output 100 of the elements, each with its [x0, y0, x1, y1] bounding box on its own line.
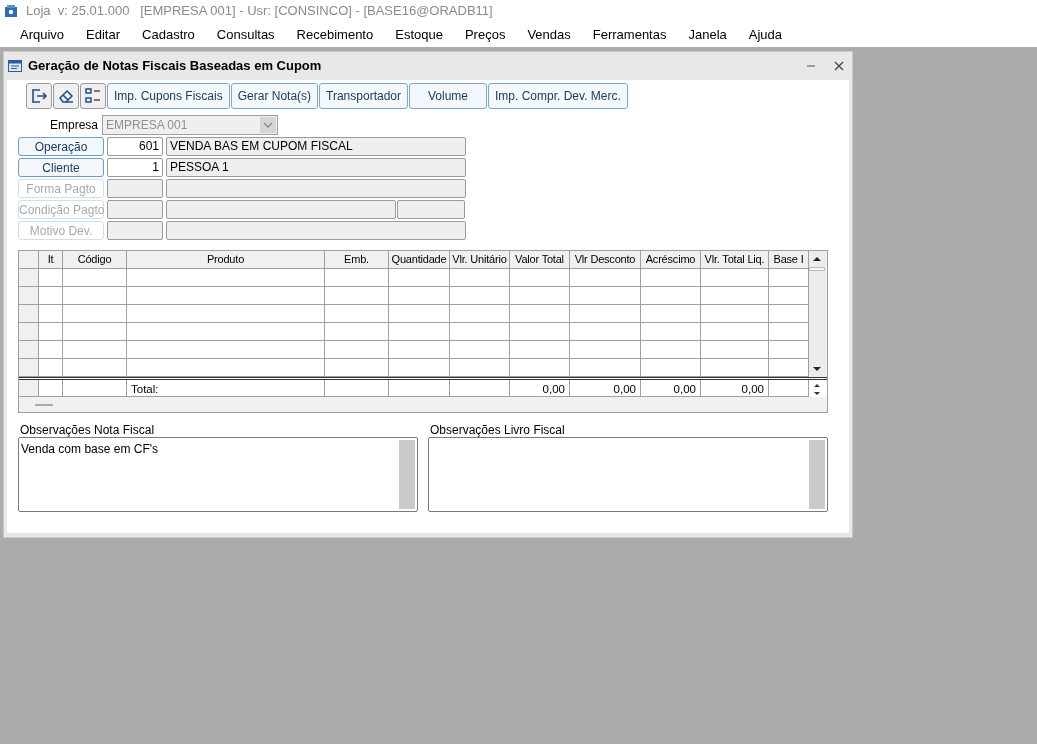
table-cell[interactable] [63, 341, 127, 359]
toolbar-button[interactable] [26, 83, 52, 109]
table-cell[interactable] [389, 323, 450, 341]
table-cell[interactable] [701, 287, 769, 305]
table-cell[interactable] [39, 287, 63, 305]
table-cell[interactable] [570, 341, 641, 359]
scrollbar-grip[interactable] [35, 403, 53, 406]
table-cell[interactable] [63, 305, 127, 323]
table-cell[interactable] [325, 323, 389, 341]
table-cell[interactable] [63, 287, 127, 305]
table-cell[interactable] [769, 323, 809, 341]
table-cell[interactable] [325, 269, 389, 287]
column-header[interactable]: Produto [127, 251, 325, 269]
table-cell[interactable] [510, 287, 570, 305]
table-cell[interactable] [570, 305, 641, 323]
table-cell[interactable] [127, 305, 325, 323]
code-field[interactable] [107, 199, 163, 219]
table-cell[interactable] [127, 323, 325, 341]
menu-item[interactable]: Preços [464, 24, 506, 45]
table-cell[interactable] [325, 305, 389, 323]
column-header[interactable]: Valor Total [510, 251, 570, 269]
table-cell[interactable] [769, 287, 809, 305]
table-cell[interactable] [701, 359, 769, 377]
table-cell[interactable] [127, 269, 325, 287]
table-cell[interactable] [450, 341, 510, 359]
vertical-scrollbar[interactable] [809, 251, 825, 377]
toolbar-button[interactable] [53, 83, 79, 109]
menu-item[interactable]: Ferramentas [592, 24, 667, 45]
table-cell[interactable] [510, 269, 570, 287]
table-cell[interactable] [39, 323, 63, 341]
table-cell[interactable] [641, 359, 701, 377]
table-cell[interactable] [450, 269, 510, 287]
menu-item[interactable]: Recebimento [296, 24, 374, 45]
table-cell[interactable] [389, 305, 450, 323]
field-button[interactable]: Operação [18, 136, 104, 156]
table-cell[interactable] [63, 359, 127, 377]
menu-item[interactable]: Arquivo [20, 24, 65, 45]
column-header[interactable]: Vlr. Unitário [450, 251, 510, 269]
table-cell[interactable] [570, 287, 641, 305]
observations-field[interactable]: Venda com base em CF's [18, 437, 418, 512]
table-cell[interactable] [389, 269, 450, 287]
row-header[interactable] [19, 305, 39, 323]
table-cell[interactable] [641, 269, 701, 287]
table-cell[interactable] [769, 341, 809, 359]
table-cell[interactable] [570, 323, 641, 341]
table-cell[interactable] [510, 359, 570, 377]
table-cell[interactable] [127, 359, 325, 377]
column-header[interactable]: Acréscimo [641, 251, 701, 269]
column-header[interactable]: Base I [769, 251, 809, 269]
row-header[interactable] [19, 359, 39, 377]
table-cell[interactable] [39, 359, 63, 377]
table-cell[interactable] [701, 323, 769, 341]
table-cell[interactable] [510, 323, 570, 341]
table-cell[interactable] [510, 305, 570, 323]
column-header[interactable]: Vlr Desconto [570, 251, 641, 269]
menu-item[interactable]: Vendas [527, 24, 571, 45]
table-cell[interactable] [769, 359, 809, 377]
table-cell[interactable] [39, 305, 63, 323]
table-cell[interactable] [570, 269, 641, 287]
menu-item[interactable]: Estoque [395, 24, 443, 45]
scrollbar-thumb[interactable] [809, 267, 825, 271]
toolbar-button[interactable]: Gerar Nota(s) [230, 83, 319, 109]
column-header[interactable]: Emb. [325, 251, 389, 269]
column-header[interactable]: Quantidade [389, 251, 450, 269]
menu-item[interactable]: Cadastro [142, 24, 195, 45]
table-cell[interactable] [641, 323, 701, 341]
table-cell[interactable] [450, 323, 510, 341]
observations-field[interactable] [428, 437, 828, 512]
table-cell[interactable] [450, 287, 510, 305]
table-cell[interactable] [641, 287, 701, 305]
row-header[interactable] [19, 341, 39, 359]
table-cell[interactable] [389, 341, 450, 359]
table-cell[interactable] [325, 341, 389, 359]
table-cell[interactable] [63, 269, 127, 287]
code-field[interactable]: 1 [107, 157, 163, 177]
table-cell[interactable] [701, 305, 769, 323]
table-cell[interactable] [63, 323, 127, 341]
table-cell[interactable] [570, 359, 641, 377]
table-cell[interactable] [769, 269, 809, 287]
table-cell[interactable] [450, 305, 510, 323]
table-cell[interactable] [641, 341, 701, 359]
table-cell[interactable] [325, 287, 389, 305]
row-header[interactable] [19, 269, 39, 287]
table-cell[interactable] [701, 269, 769, 287]
column-header[interactable]: It [39, 251, 63, 269]
table-cell[interactable] [769, 305, 809, 323]
table-cell[interactable] [450, 359, 510, 377]
table-cell[interactable] [389, 359, 450, 377]
table-cell[interactable] [389, 287, 450, 305]
table-cell[interactable] [39, 269, 63, 287]
table-cell[interactable] [127, 341, 325, 359]
table-cell[interactable] [510, 341, 570, 359]
menu-item[interactable]: Editar [86, 24, 121, 45]
row-header[interactable] [19, 323, 39, 341]
toolbar-button[interactable]: Volume [409, 83, 487, 109]
column-header[interactable]: Código [63, 251, 127, 269]
code-field[interactable]: 601 [107, 136, 163, 156]
menu-item[interactable]: Janela [688, 24, 727, 45]
menu-item[interactable]: Ajuda [748, 24, 783, 45]
close-icon[interactable] [834, 61, 844, 71]
